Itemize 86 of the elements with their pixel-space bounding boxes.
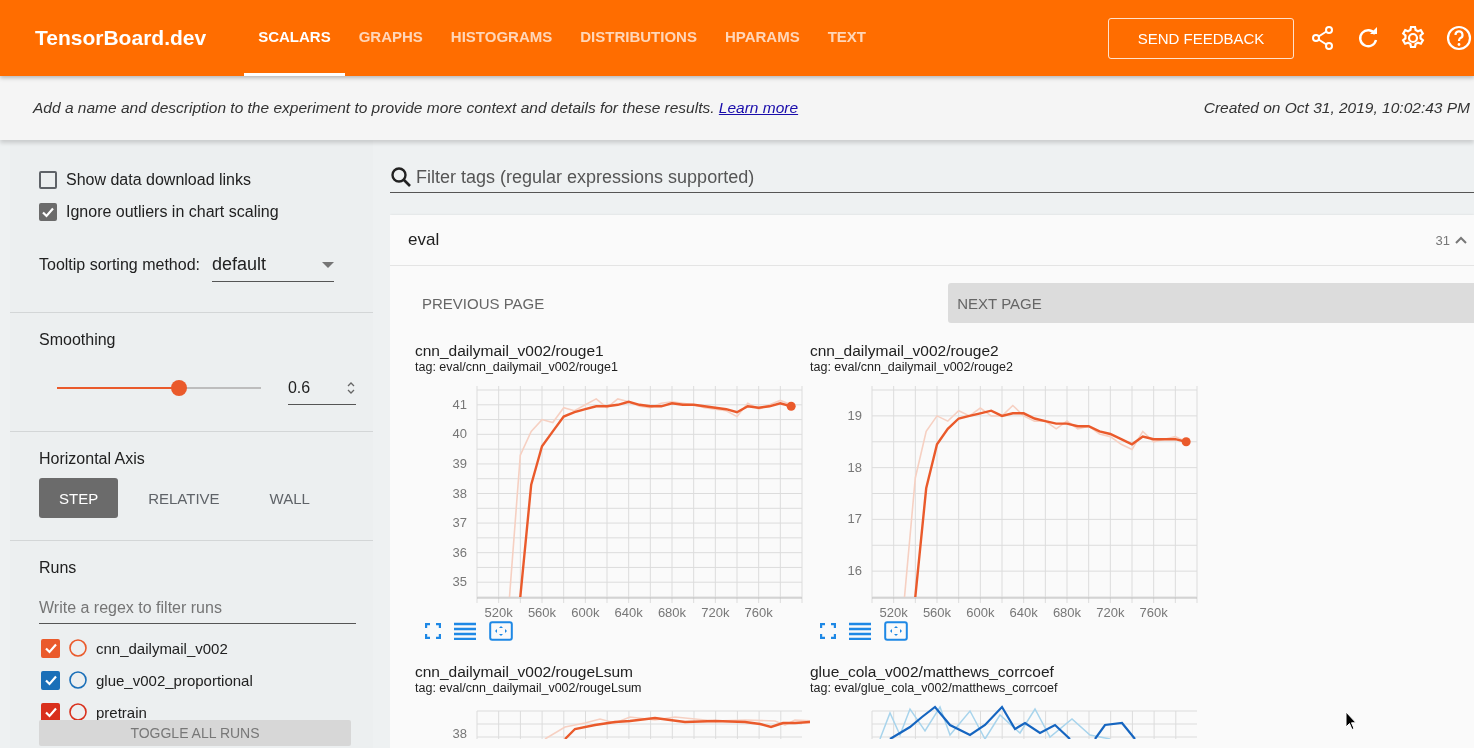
- axis-tick-label: 18: [847, 459, 862, 475]
- section-heading: Runs: [39, 559, 77, 576]
- axis-tick-label: 520k: [484, 605, 513, 620]
- section-header[interactable]: eval 31: [390, 215, 1474, 266]
- chart-title: cnn_dailymail_v002/rouge2: [810, 342, 1000, 360]
- axis-toggle-button[interactable]: STEP: [39, 478, 119, 518]
- axis-tick-label: 760k: [1139, 605, 1168, 620]
- smoothing-input[interactable]: 0.6: [287, 371, 356, 405]
- end-point-marker: [1181, 437, 1191, 447]
- axis-tick-label: 720k: [701, 605, 730, 620]
- run-name: pretrain: [96, 703, 147, 721]
- section-heading: Horizontal Axis: [39, 450, 145, 467]
- fullscreen-icon[interactable]: [820, 623, 836, 639]
- axis-tick-label: 39: [452, 455, 467, 471]
- chart-title: cnn_dailymail_v002/rouge1: [415, 342, 605, 360]
- tag-count: 31: [1435, 232, 1450, 248]
- axis-tick-label: 560k: [527, 605, 557, 620]
- checkbox[interactable]: [39, 171, 57, 189]
- section-heading: Smoothing: [39, 331, 116, 348]
- list-icon[interactable]: [454, 622, 476, 640]
- axis-tick-label: 40: [452, 426, 467, 442]
- chart-tag: tag: eval/cnn_dailymail_v002/rouge2: [810, 360, 1205, 374]
- next-page-button[interactable]: NEXT PAGE: [948, 283, 1474, 323]
- help-icon[interactable]: [1446, 25, 1472, 51]
- radio-icon[interactable]: [68, 638, 88, 658]
- settings-icon[interactable]: [1400, 25, 1426, 51]
- cursor-icon: [1345, 711, 1357, 731]
- axis-tick-label: 760k: [744, 605, 773, 620]
- axis-tick-label: 680k: [1052, 605, 1082, 620]
- chart-tag: tag: eval/cnn_dailymail_v002/rouge1: [415, 360, 810, 374]
- description-prompt: Add a name and description to the experiment to provide more context and details for these results. Learn more: [33, 99, 800, 117]
- section-title: eval: [408, 230, 441, 250]
- chart-tag: tag: eval/glue_cola_v002/matthews_corrcoef: [810, 681, 1205, 695]
- run-checkbox[interactable]: [41, 638, 60, 658]
- end-point-marker: [786, 401, 796, 411]
- radio-icon[interactable]: [68, 702, 88, 722]
- tag-filter-field[interactable]: Filter tags (regular expressions supported): [412, 162, 1474, 193]
- fit-domain-icon[interactable]: [489, 621, 513, 641]
- sort-method-dropdown[interactable]: default: [212, 248, 334, 282]
- axis-tick-label: 680k: [657, 605, 687, 620]
- run-name: glue_v002_proportional: [96, 671, 253, 689]
- list-icon[interactable]: [849, 622, 871, 640]
- chart-title: glue_cola_v002/matthews_corrcoef: [810, 663, 1055, 681]
- chevron-up-icon[interactable]: [1454, 235, 1468, 245]
- slider-thumb[interactable]: [171, 380, 188, 396]
- fullscreen-icon[interactable]: [425, 623, 441, 639]
- caret-icon: [322, 261, 334, 268]
- refresh-icon[interactable]: [1356, 26, 1380, 50]
- created-timestamp: Created on Oct 31, 2019, 10:02:43 PM: [1203, 99, 1470, 117]
- share-icon[interactable]: [1310, 25, 1336, 51]
- axis-tick-label: 520k: [879, 605, 908, 620]
- feedback-button[interactable]: SEND FEEDBACK: [1108, 17, 1294, 59]
- search-icon: [390, 166, 412, 188]
- axis-tick-label: 640k: [614, 605, 643, 620]
- axis-tick-label: 38: [452, 485, 467, 501]
- tooltip-sorting-label: Tooltip sorting method:: [39, 256, 200, 274]
- toggle-all-runs-button[interactable]: TOGGLE ALL RUNS: [39, 720, 351, 746]
- run-name: cnn_dailymail_v002: [96, 639, 228, 657]
- axis-tick-label: 600k: [966, 605, 995, 620]
- axis-tick-label: 36: [452, 544, 467, 560]
- axis-tick-label: 37: [452, 515, 467, 531]
- axis-tick-label: 16: [847, 563, 862, 579]
- axis-tick-label: 17: [847, 511, 862, 527]
- checkbox[interactable]: [39, 203, 57, 221]
- app-logo: TensorBoard.dev: [35, 26, 207, 50]
- axis-tick-label: 600k: [571, 605, 600, 620]
- chart-title: cnn_dailymail_v002/rougeLsum: [415, 663, 634, 681]
- axis-tick-label: 560k: [922, 605, 952, 620]
- axis-tick-label: 35: [452, 574, 467, 590]
- axis-tick-label: 19: [847, 407, 862, 423]
- axis-tick-label: 41: [452, 396, 467, 412]
- run-filter-field[interactable]: Write a regex to filter runs: [39, 599, 356, 624]
- fit-domain-icon[interactable]: [884, 621, 908, 641]
- run-checkbox[interactable]: [41, 670, 60, 690]
- axis-tick-label: 38: [452, 726, 467, 739]
- learn-more-link[interactable]: Learn more: [718, 99, 799, 116]
- spinner-icon[interactable]: [346, 380, 356, 395]
- axis-tick-label: 640k: [1009, 605, 1038, 620]
- chart-tag: tag: eval/cnn_dailymail_v002/rougeLsum: [415, 681, 810, 695]
- axis-tick-label: 720k: [1096, 605, 1125, 620]
- axis-toggle-button[interactable]: WALL: [249, 478, 330, 518]
- previous-page-button[interactable]: PREVIOUS PAGE: [410, 283, 557, 323]
- axis-toggle-button[interactable]: RELATIVE: [128, 478, 240, 518]
- checkbox-label: Show data download links: [66, 171, 251, 189]
- checkbox-label: Ignore outliers in chart scaling: [66, 203, 279, 221]
- radio-icon[interactable]: [68, 670, 88, 690]
